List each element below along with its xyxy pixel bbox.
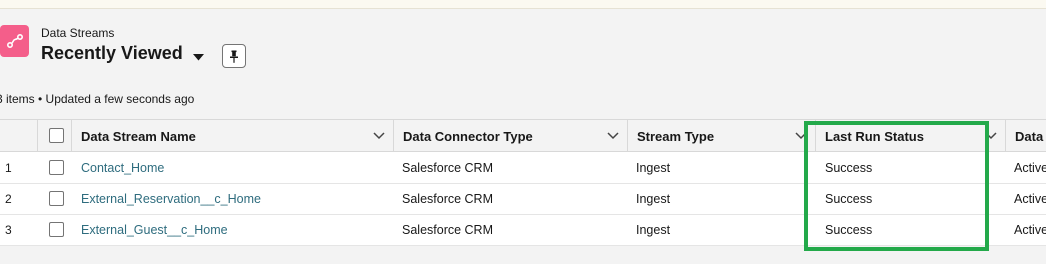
caret-down-icon — [192, 53, 204, 60]
row-number-header — [0, 120, 38, 152]
column-header-data[interactable]: Data — [1006, 120, 1046, 152]
column-label: Stream Type — [637, 128, 715, 144]
stream-type-cell: Ingest — [636, 223, 671, 237]
table-row[interactable]: 3 External_Guest__c_Home Salesforce CRM … — [0, 215, 1046, 246]
last-run-status-cell: Success — [825, 223, 873, 237]
object-label: Data Streams — [41, 26, 115, 40]
row-checkbox[interactable] — [49, 222, 64, 237]
column-header-data-connector-type[interactable]: Data Connector Type — [394, 120, 628, 152]
data-connector-type-cell: Salesforce CRM — [402, 192, 493, 206]
data-status-cell: Active — [1014, 192, 1046, 206]
data-stream-name-link[interactable]: Contact_Home — [81, 153, 164, 183]
chevron-down-icon[interactable] — [985, 130, 997, 142]
last-run-status-cell: Success — [825, 192, 873, 206]
list-view-page: Data Streams Recently Viewed 3 items • U… — [0, 9, 1046, 264]
column-label: Last Run Status — [825, 128, 924, 144]
column-header-data-stream-name[interactable]: Data Stream Name — [72, 120, 394, 152]
select-all-checkbox[interactable] — [49, 128, 64, 143]
stream-type-cell: Ingest — [636, 161, 671, 175]
last-run-status-cell: Success — [825, 161, 873, 175]
column-header-last-run-status[interactable]: Last Run Status — [816, 120, 1006, 152]
column-label: Data Connector Type — [403, 128, 533, 144]
data-stream-name-link[interactable]: External_Guest__c_Home — [81, 215, 228, 245]
data-stream-icon — [0, 25, 29, 57]
data-stream-name-link[interactable]: External_Reservation__c_Home — [81, 184, 261, 214]
row-number: 2 — [5, 192, 12, 206]
chevron-down-icon[interactable] — [607, 130, 619, 142]
data-streams-table: Data Stream Name Data Connector Type Str… — [0, 119, 1046, 246]
table-row[interactable]: 2 External_Reservation__c_Home Salesforc… — [0, 184, 1046, 215]
column-header-stream-type[interactable]: Stream Type — [628, 120, 816, 152]
chevron-down-icon[interactable] — [373, 130, 385, 142]
column-label: Data — [1015, 128, 1044, 144]
list-view-title[interactable]: Recently Viewed — [41, 43, 183, 64]
notification-strip — [0, 0, 1046, 9]
chevron-down-icon[interactable] — [795, 130, 807, 142]
table-row[interactable]: 1 Contact_Home Salesforce CRM Ingest Suc… — [0, 153, 1046, 184]
column-label: Data Stream Name — [81, 128, 196, 144]
row-number: 1 — [5, 161, 12, 175]
pin-list-view-button[interactable] — [222, 44, 246, 68]
table-header: Data Stream Name Data Connector Type Str… — [0, 120, 1046, 152]
data-connector-type-cell: Salesforce CRM — [402, 223, 493, 237]
row-checkbox[interactable] — [49, 191, 64, 206]
stream-type-cell: Ingest — [636, 192, 671, 206]
data-status-cell: Active — [1014, 161, 1046, 175]
row-number: 3 — [5, 223, 12, 237]
select-all-header — [38, 120, 72, 152]
list-summary: 3 items • Updated a few seconds ago — [0, 92, 195, 106]
data-connector-type-cell: Salesforce CRM — [402, 161, 493, 175]
pin-icon — [230, 50, 238, 63]
data-status-cell: Active — [1014, 223, 1046, 237]
list-view-picker-button[interactable] — [190, 50, 206, 64]
row-checkbox[interactable] — [49, 160, 64, 175]
